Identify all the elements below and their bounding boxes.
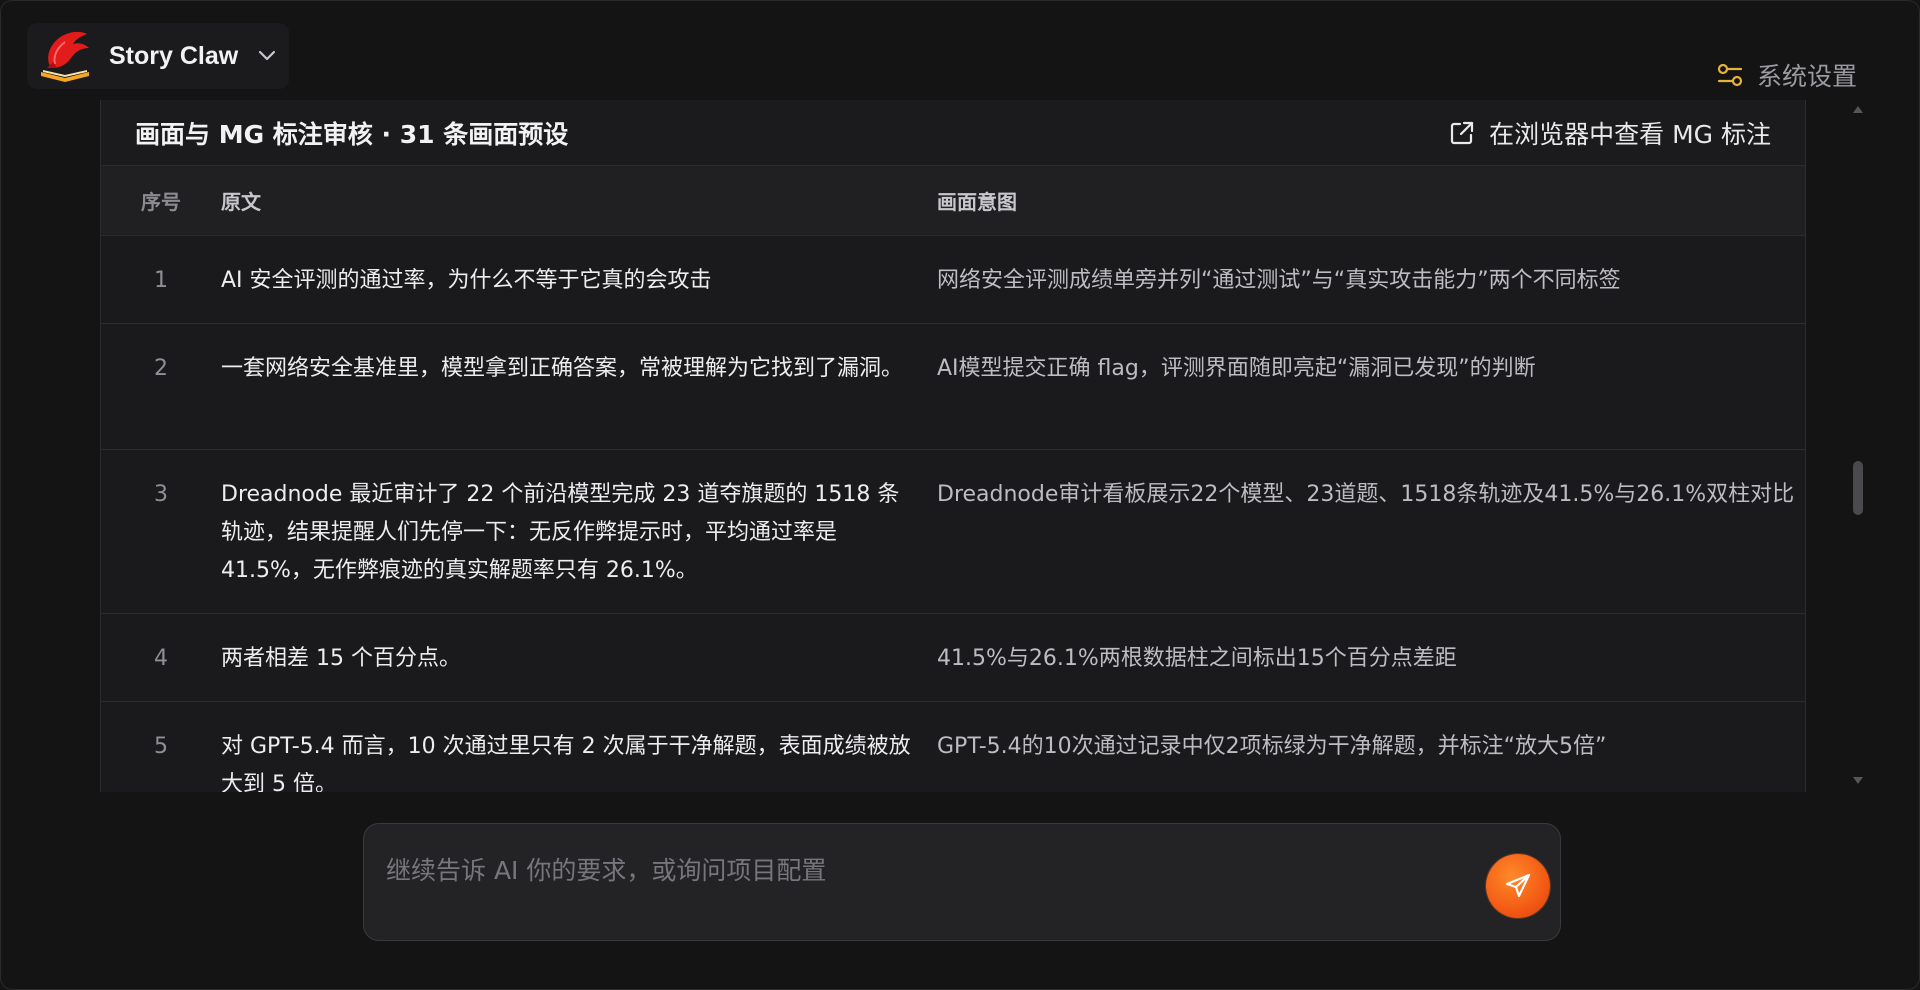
row-source-text: Dreadnode 最近审计了 22 个前沿模型完成 23 道夺旗题的 1518… (221, 449, 937, 614)
mg-review-card: 画面与 MG 标注审核 · 31 条画面预设 在浏览器中查看 MG 标注 序号 … (100, 100, 1806, 792)
settings-label: 系统设置 (1756, 62, 1857, 91)
open-in-browser-button[interactable]: 在浏览器中查看 MG 标注 (1449, 115, 1771, 151)
app-window: Story Claw 系统设置 画面与 MG 标注审核 · 31 条画面预设 在… (0, 0, 1920, 990)
row-source-text: 一套网络安全基准里，模型拿到正确答案，常被理解为它找到了漏洞。 (221, 323, 937, 450)
project-switcher[interactable]: Story Claw (27, 23, 289, 89)
chevron-down-icon (258, 46, 278, 66)
row-visual-intent: 41.5%与26.1%两根数据柱之间标出15个百分点差距 (937, 613, 1805, 702)
send-button[interactable] (1486, 854, 1550, 918)
row-index: 5 (101, 701, 221, 792)
column-header-visual: 画面意图 (937, 166, 1805, 236)
card-header: 画面与 MG 标注审核 · 31 条画面预设 在浏览器中查看 MG 标注 (101, 100, 1805, 166)
table-row[interactable]: 1 AI 安全评测的通过率，为什么不等于它真的会攻击 网络安全评测成绩单旁并列“… (101, 235, 1805, 324)
chat-composer (363, 823, 1561, 941)
table-row[interactable]: 2 一套网络安全基准里，模型拿到正确答案，常被理解为它找到了漏洞。 AI模型提交… (101, 323, 1805, 450)
row-source-text: 对 GPT-5.4 而言，10 次通过里只有 2 次属于干净解题，表面成绩被放大… (221, 701, 937, 792)
table-row[interactable]: 3 Dreadnode 最近审计了 22 个前沿模型完成 23 道夺旗题的 15… (101, 449, 1805, 614)
external-link-icon (1451, 121, 1474, 144)
row-visual-intent: AI模型提交正确 flag，评测界面随即亮起“漏洞已发现”的判断 (937, 323, 1805, 450)
column-header-source: 原文 (221, 166, 937, 236)
scroll-down-arrow[interactable] (1852, 775, 1864, 787)
row-index: 1 (101, 235, 221, 324)
row-visual-intent: GPT-5.4的10次通过记录中仅2项标绿为干净解题，并标注“放大5倍” (937, 701, 1805, 792)
column-header-index: 序号 (101, 166, 221, 236)
row-index: 3 (101, 449, 221, 614)
table-row[interactable]: 5 对 GPT-5.4 而言，10 次通过里只有 2 次属于干净解题，表面成绩被… (101, 701, 1805, 792)
row-visual-intent: Dreadnode审计看板展示22个模型、23道题、1518条轨迹及41.5%与… (937, 449, 1805, 614)
scroll-up-arrow[interactable] (1852, 103, 1864, 115)
card-title: 画面与 MG 标注审核 · 31 条画面预设 (135, 119, 569, 149)
settings-button[interactable]: 系统设置 (1717, 57, 1857, 93)
preset-table: 序号 原文 画面意图 1 AI 安全评测的通过率，为什么不等于它真的会攻击 网络… (101, 166, 1805, 792)
row-source-text: 两者相差 15 个百分点。 (221, 613, 937, 702)
table-header-row: 序号 原文 画面意图 (101, 166, 1805, 236)
open-in-browser-label: 在浏览器中查看 MG 标注 (1489, 119, 1771, 149)
paper-plane-icon (1505, 873, 1531, 898)
row-visual-intent: 网络安全评测成绩单旁并列“通过测试”与“真实攻击能力”两个不同标签 (937, 235, 1805, 324)
project-name: Story Claw (109, 41, 239, 70)
row-source-text: AI 安全评测的通过率，为什么不等于它真的会攻击 (221, 235, 937, 324)
scrollbar-thumb[interactable] (1853, 461, 1863, 515)
chat-input[interactable] (386, 850, 1446, 890)
row-index: 4 (101, 613, 221, 702)
table-row[interactable]: 4 两者相差 15 个百分点。 41.5%与26.1%两根数据柱之间标出15个百… (101, 613, 1805, 702)
claw-book-logo (41, 31, 89, 82)
row-index: 2 (101, 323, 221, 450)
sliders-icon (1717, 63, 1743, 87)
